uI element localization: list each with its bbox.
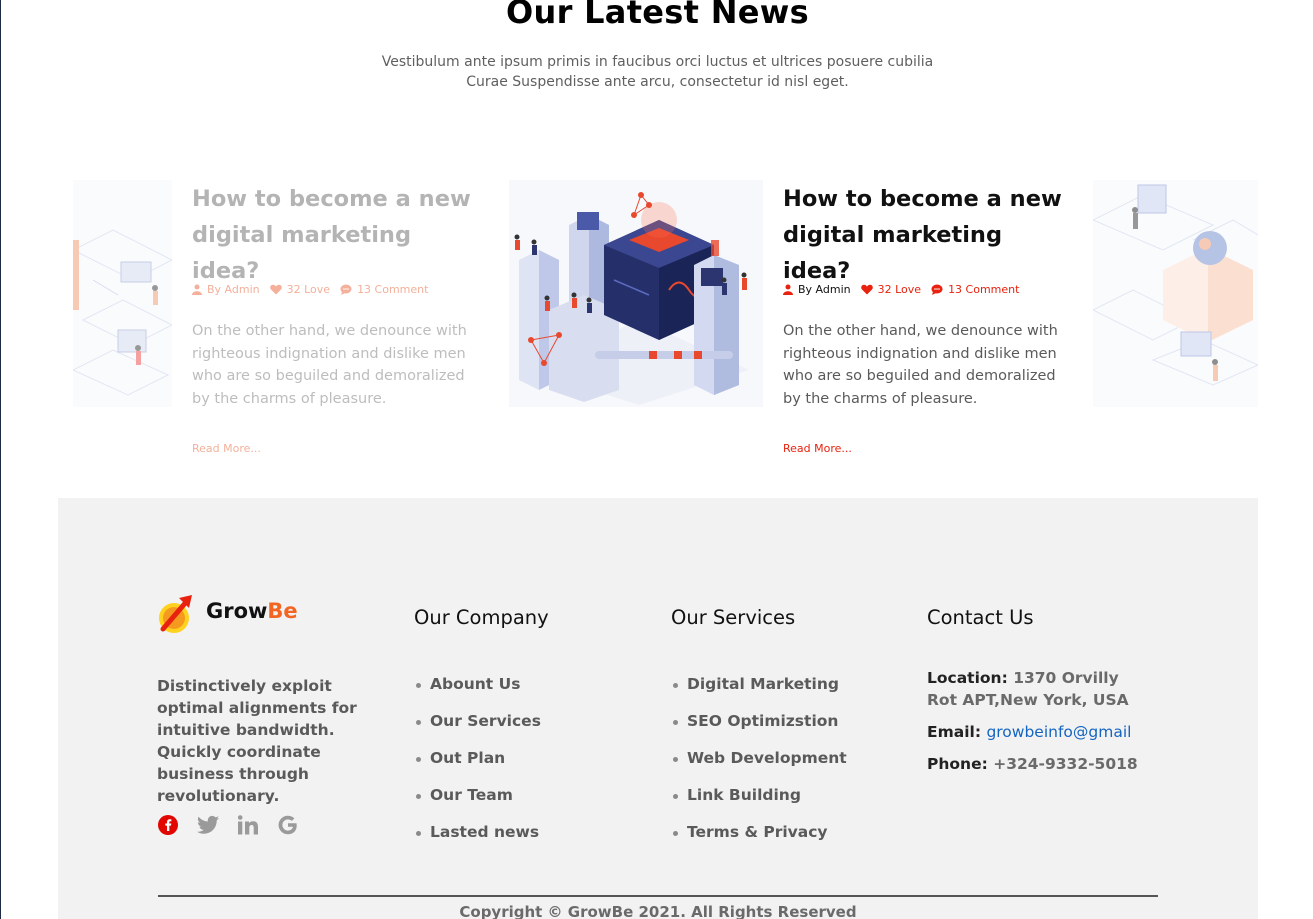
card-comments[interactable]: 13 Comment: [357, 283, 428, 296]
news-card: How to become a new digital marketing id…: [783, 180, 1073, 470]
service-link-label: Link Building: [687, 786, 801, 804]
company-heading: Our Company: [414, 606, 549, 629]
bullet: [673, 794, 678, 799]
copyright-text: Copyright © GrowBe 2021. All Rights Rese…: [459, 903, 857, 919]
bullet: [416, 720, 421, 725]
contact-info: Location: 1370 Orvilly Rot APT,New York,…: [927, 667, 1142, 775]
section-subtitle: Vestibulum ante ipsum primis in faucibus…: [381, 54, 934, 90]
linkedin-icon[interactable]: [237, 814, 259, 836]
phone-value: +324-9332-5018: [993, 755, 1138, 773]
service-link-label: Terms & Privacy: [687, 823, 828, 841]
location-label: Location:: [927, 669, 1008, 687]
comment-icon: [931, 284, 943, 295]
service-link[interactable]: SEO Optimizstion: [671, 712, 847, 749]
phone-label: Phone:: [927, 755, 988, 773]
slide-image-right-partial: [1093, 180, 1258, 407]
heart-icon: [860, 284, 873, 294]
slide-image-center: [509, 180, 763, 407]
email-label: Email:: [927, 723, 982, 741]
card-excerpt: On the other hand, we denounce with righ…: [192, 323, 467, 407]
contact-location: Location: 1370 Orvilly Rot APT,New York,…: [927, 667, 1142, 711]
service-link[interactable]: Terms & Privacy: [671, 823, 847, 860]
bullet: [673, 683, 678, 688]
services-links: Digital Marketing SEO Optimizstion Web D…: [671, 675, 847, 860]
card-title[interactable]: How to become a new digital marketing id…: [783, 181, 1073, 289]
card-love[interactable]: 32 Love: [287, 283, 330, 296]
footer-logo[interactable]: GrowBe: [157, 595, 307, 635]
service-link[interactable]: Web Development: [671, 749, 847, 786]
company-links: Abount Us Our Services Out Plan Our Team…: [414, 675, 541, 860]
slide-image-left-partial: [73, 180, 172, 407]
user-icon: [783, 284, 793, 295]
bullet: [416, 794, 421, 799]
social-links: [157, 814, 299, 836]
brand-be: Be: [267, 599, 298, 623]
google-icon[interactable]: [277, 814, 299, 836]
contact-heading: Contact Us: [927, 606, 1034, 629]
comment-icon: [340, 284, 352, 295]
card-title[interactable]: How to become a new digital marketing id…: [192, 181, 482, 289]
company-link-label: Lasted news: [430, 823, 540, 841]
user-icon: [192, 284, 202, 295]
card-author[interactable]: By Admin: [798, 283, 851, 296]
growbe-logo-icon: [159, 595, 192, 633]
bullet: [673, 757, 678, 762]
contact-phone: Phone: +324-9332-5018: [927, 753, 1142, 775]
bullet: [416, 683, 421, 688]
company-link-label: Our Team: [430, 786, 513, 804]
bullet: [673, 831, 678, 836]
email-link[interactable]: growbeinfo@gmail: [986, 723, 1131, 741]
brand-name: GrowBe: [206, 599, 298, 623]
service-link-label: Web Development: [687, 749, 847, 767]
card-comments[interactable]: 13 Comment: [948, 283, 1019, 296]
service-link-label: SEO Optimizstion: [687, 712, 839, 730]
news-card-faded: How to become a new digital marketing id…: [192, 180, 482, 470]
card-love[interactable]: 32 Love: [878, 283, 921, 296]
services-heading: Our Services: [671, 606, 796, 629]
company-link-label: Out Plan: [430, 749, 506, 767]
bullet: [416, 757, 421, 762]
card-excerpt: On the other hand, we denounce with righ…: [783, 323, 1058, 407]
read-more-link[interactable]: Read More...: [192, 442, 261, 455]
company-link-label: Abount Us: [430, 675, 521, 693]
twitter-icon[interactable]: [197, 814, 219, 836]
contact-email: Email: growbeinfo@gmail: [927, 721, 1142, 743]
read-more-link[interactable]: Read More...: [783, 442, 852, 455]
company-link[interactable]: Out Plan: [414, 749, 541, 786]
bullet: [673, 720, 678, 725]
card-meta: By Admin 32 Love 13 Comment: [783, 282, 1029, 296]
card-author[interactable]: By Admin: [207, 283, 260, 296]
service-link-label: Digital Marketing: [687, 675, 839, 693]
service-link[interactable]: Digital Marketing: [671, 675, 847, 712]
footer-about-text: Distinctively exploit optimal alignments…: [157, 677, 357, 805]
service-link[interactable]: Link Building: [671, 786, 847, 823]
company-link[interactable]: Abount Us: [414, 675, 541, 712]
company-link-label: Our Services: [430, 712, 541, 730]
company-link[interactable]: Our Team: [414, 786, 541, 823]
heart-icon: [269, 284, 282, 294]
company-link[interactable]: Lasted news: [414, 823, 541, 860]
company-link[interactable]: Our Services: [414, 712, 541, 749]
site-footer: GrowBe Distinctively exploit optimal ali…: [58, 498, 1258, 919]
card-meta: By Admin 32 Love 13 Comment: [192, 282, 438, 296]
section-title: Our Latest News: [506, 0, 809, 31]
footer-divider: [158, 895, 1158, 897]
brand-grow: Grow: [206, 599, 268, 623]
facebook-icon[interactable]: [157, 814, 179, 836]
bullet: [416, 831, 421, 836]
